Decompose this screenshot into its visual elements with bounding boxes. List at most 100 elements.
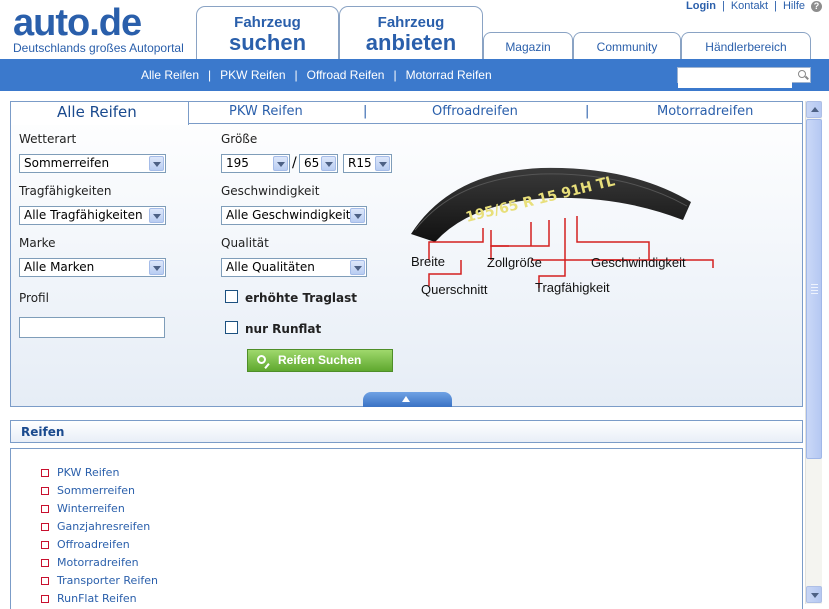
chevron-down-icon[interactable] <box>149 156 164 171</box>
chevron-down-icon[interactable] <box>273 156 288 171</box>
list-item[interactable]: Ganzjahresreifen <box>41 518 158 536</box>
scroll-up-button[interactable] <box>806 101 822 118</box>
page: auto.de Deutschlands großes Autoportal L… <box>0 0 829 609</box>
height-value: 65 <box>304 156 320 170</box>
tab-community[interactable]: Community <box>573 32 681 59</box>
separator: | <box>393 68 397 82</box>
tab-motorradreifen[interactable]: Motorradreifen <box>657 104 753 119</box>
scroll-thumb[interactable] <box>806 119 822 459</box>
brand-select[interactable]: Alle Marken <box>19 258 166 277</box>
tab-line2: suchen <box>228 30 307 55</box>
list-item-link[interactable]: Sommerreifen <box>57 484 135 497</box>
separator: | <box>774 0 777 12</box>
separator: | <box>721 0 725 12</box>
width-select[interactable]: 195 <box>221 154 290 173</box>
tab-alle-reifen[interactable]: Alle Reifen <box>57 103 137 121</box>
list-item[interactable]: Motorradreifen <box>41 554 158 572</box>
tire-diagram: 195/65 R 15 91H TL Breite Querschnitt Zo… <box>411 167 714 297</box>
separator: | <box>208 68 212 82</box>
nav-link-alle-reifen[interactable]: Alle Reifen <box>141 68 199 82</box>
tab-magazin[interactable]: Magazin <box>483 32 573 59</box>
label-zollgroesse: Zollgröße <box>487 255 542 270</box>
label-tragfaehigkeit: Tragfähigkeit <box>535 280 610 295</box>
chevron-down-icon[interactable] <box>149 260 164 275</box>
login-link[interactable]: Login <box>686 0 716 12</box>
tab-fahrzeug-suchen[interactable]: Fahrzeug suchen <box>196 6 339 59</box>
brand-label: Marke <box>19 236 56 250</box>
rim-value: R15 <box>348 156 372 170</box>
quality-select[interactable]: Alle Qualitäten <box>221 258 367 277</box>
chevron-down-icon[interactable] <box>350 208 365 223</box>
label-geschwindigkeit: Geschwindigkeit <box>591 255 686 270</box>
tire-callout-lines <box>428 216 714 288</box>
tab-fahrzeug-anbieten[interactable]: Fahrzeug anbieten <box>339 6 483 59</box>
search-button-label: Reifen Suchen <box>278 353 362 367</box>
tab-pkw-reifen[interactable]: PKW Reifen <box>229 104 303 119</box>
vertical-scrollbar[interactable] <box>805 101 822 604</box>
speed-value: Alle Geschwindigkeiten <box>226 208 366 222</box>
reifen-suchen-button[interactable]: Reifen Suchen <box>247 349 393 372</box>
list-item[interactable]: Sommerreifen <box>41 482 158 500</box>
square-bullet-icon <box>41 487 49 495</box>
arrow-down-icon <box>811 593 819 598</box>
square-bullet-icon <box>41 505 49 513</box>
list-item-link[interactable]: Ganzjahresreifen <box>57 520 150 533</box>
weather-select[interactable]: Sommerreifen <box>19 154 166 173</box>
rim-select[interactable]: R15 <box>343 154 392 173</box>
nav-search-input[interactable] <box>678 73 792 88</box>
collapse-panel-button[interactable] <box>363 392 452 407</box>
profile-label: Profil <box>19 291 49 305</box>
list-item-link[interactable]: Offroadreifen <box>57 538 130 551</box>
label-querschnitt: Querschnitt <box>421 282 488 297</box>
checkbox-nur-runflat[interactable] <box>225 321 238 334</box>
list-item-link[interactable]: Transporter Reifen <box>57 574 158 587</box>
list-item[interactable]: PKW Reifen <box>41 464 158 482</box>
logo-text: auto.de <box>13 2 142 44</box>
nav-link-offroad-reifen[interactable]: Offroad Reifen <box>307 68 385 82</box>
nav-links: Alle Reifen | PKW Reifen | Offroad Reife… <box>141 68 492 82</box>
list-item-link[interactable]: RunFlat Reifen <box>57 592 137 605</box>
checkbox-label: nur Runflat <box>245 322 322 336</box>
nav-link-pkw-reifen[interactable]: PKW Reifen <box>220 68 285 82</box>
checkbox-erhoehte-traglast[interactable] <box>225 290 238 303</box>
weather-label: Wetterart <box>19 132 77 146</box>
height-select[interactable]: 65 <box>299 154 338 173</box>
width-value: 195 <box>226 156 249 170</box>
list-item[interactable]: Offroadreifen <box>41 536 158 554</box>
search-icon[interactable] <box>798 70 806 78</box>
square-bullet-icon <box>41 577 49 585</box>
nav-link-motorrad-reifen[interactable]: Motorrad Reifen <box>406 68 492 82</box>
list-item[interactable]: Transporter Reifen <box>41 572 158 590</box>
nav-bar: Alle Reifen | PKW Reifen | Offroad Reife… <box>0 59 829 91</box>
site-logo[interactable]: auto.de Deutschlands großes Autoportal <box>13 2 184 55</box>
list-item-link[interactable]: PKW Reifen <box>57 466 119 479</box>
list-item-link[interactable]: Winterreifen <box>57 502 125 515</box>
scroll-down-button[interactable] <box>806 586 822 603</box>
chevron-down-icon[interactable] <box>350 260 365 275</box>
help-icon[interactable]: ? <box>811 0 822 12</box>
speed-select[interactable]: Alle Geschwindigkeiten <box>221 206 367 225</box>
search-icon <box>257 355 266 364</box>
load-value: Alle Tragfähigkeiten <box>24 208 143 222</box>
top-links: Login | Kontakt | Hilfe ? <box>686 0 822 12</box>
chevron-down-icon[interactable] <box>321 156 336 171</box>
load-select[interactable]: Alle Tragfähigkeiten <box>19 206 166 225</box>
chevron-down-icon[interactable] <box>375 156 390 171</box>
list-item[interactable]: RunFlat Reifen <box>41 590 158 608</box>
profile-input[interactable] <box>19 317 165 338</box>
size-separator: / <box>292 155 297 171</box>
checkbox-label: erhöhte Traglast <box>245 291 358 305</box>
contact-link[interactable]: Kontakt <box>731 0 768 12</box>
help-link[interactable]: Hilfe <box>783 0 805 12</box>
square-bullet-icon <box>41 541 49 549</box>
chevron-up-icon <box>402 396 410 402</box>
list-item-link[interactable]: Motorradreifen <box>57 556 139 569</box>
tab-haendlerbereich[interactable]: Händlerbereich <box>681 32 811 59</box>
load-label: Tragfähigkeiten <box>19 184 112 198</box>
list-item[interactable]: Winterreifen <box>41 500 158 518</box>
tab-offroadreifen[interactable]: Offroadreifen <box>432 104 518 119</box>
quality-value: Alle Qualitäten <box>226 260 315 274</box>
square-bullet-icon <box>41 595 49 603</box>
chevron-down-icon[interactable] <box>149 208 164 223</box>
weather-value: Sommerreifen <box>24 156 110 170</box>
